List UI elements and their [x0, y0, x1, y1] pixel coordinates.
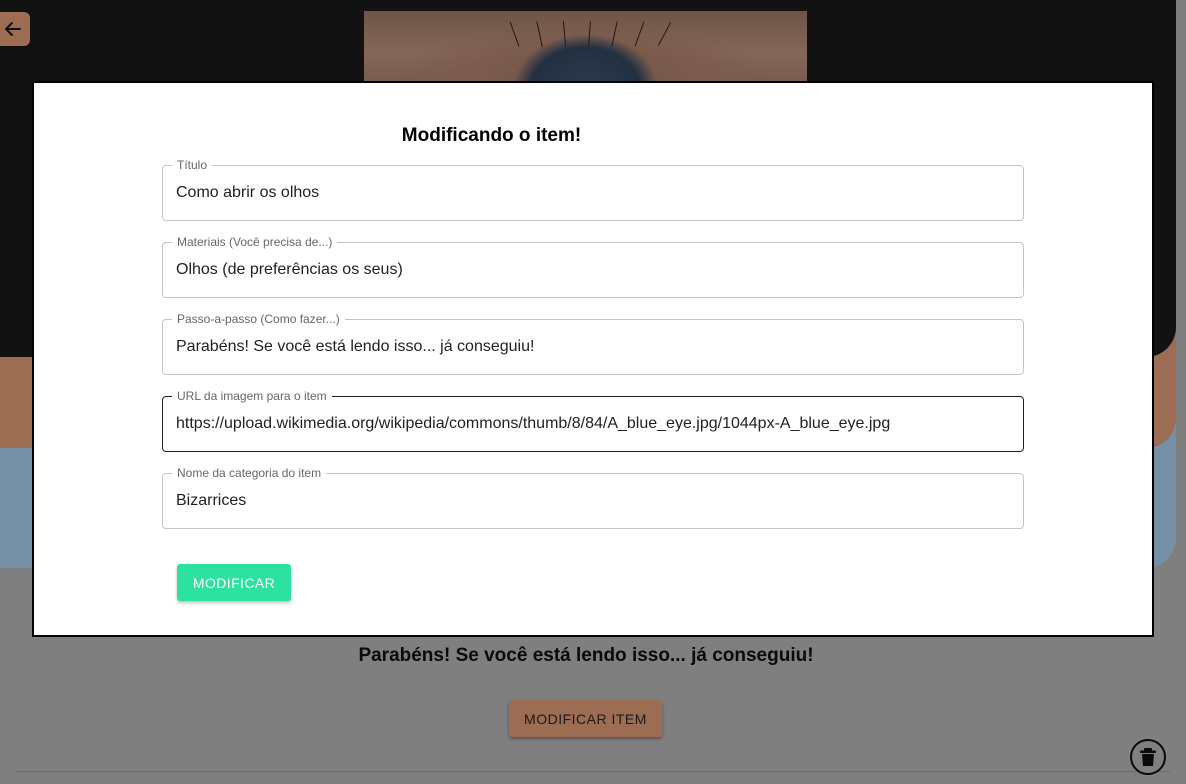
title-input[interactable]: Como abrir os olhos	[176, 166, 1013, 220]
steps-field[interactable]: Passo-a-passo (Como fazer...) Parabéns! …	[162, 312, 1024, 375]
materials-input[interactable]: Olhos (de preferências os seus)	[176, 243, 1013, 297]
submit-modify-button[interactable]: MODIFICAR	[177, 564, 291, 601]
title-field[interactable]: Título Como abrir os olhos	[162, 158, 1024, 221]
item-steps-text: Parabéns! Se você está lendo isso... já …	[358, 645, 814, 666]
category-input[interactable]: Bizarrices	[176, 474, 1013, 528]
arrow-left-icon	[5, 22, 21, 36]
divider	[16, 771, 1170, 772]
category-field[interactable]: Nome da categoria do item Bizarrices	[162, 466, 1024, 529]
trash-icon	[1140, 748, 1156, 766]
item-image	[364, 11, 807, 81]
back-button[interactable]	[0, 12, 30, 46]
delete-button[interactable]	[1130, 739, 1166, 775]
image-url-input[interactable]: https://upload.wikimedia.org/wikipedia/c…	[176, 397, 1013, 451]
steps-input[interactable]: Parabéns! Se você está lendo isso... já …	[176, 320, 1013, 374]
edit-item-modal: Modificando o item! Título Como abrir os…	[32, 81, 1154, 637]
materials-field[interactable]: Materiais (Você precisa de...) Olhos (de…	[162, 235, 1024, 298]
modify-item-button[interactable]: MODIFICAR ITEM	[509, 700, 662, 737]
image-url-field[interactable]: URL da imagem para o item https://upload…	[162, 389, 1024, 452]
modal-title: Modificando o item!	[401, 125, 582, 146]
